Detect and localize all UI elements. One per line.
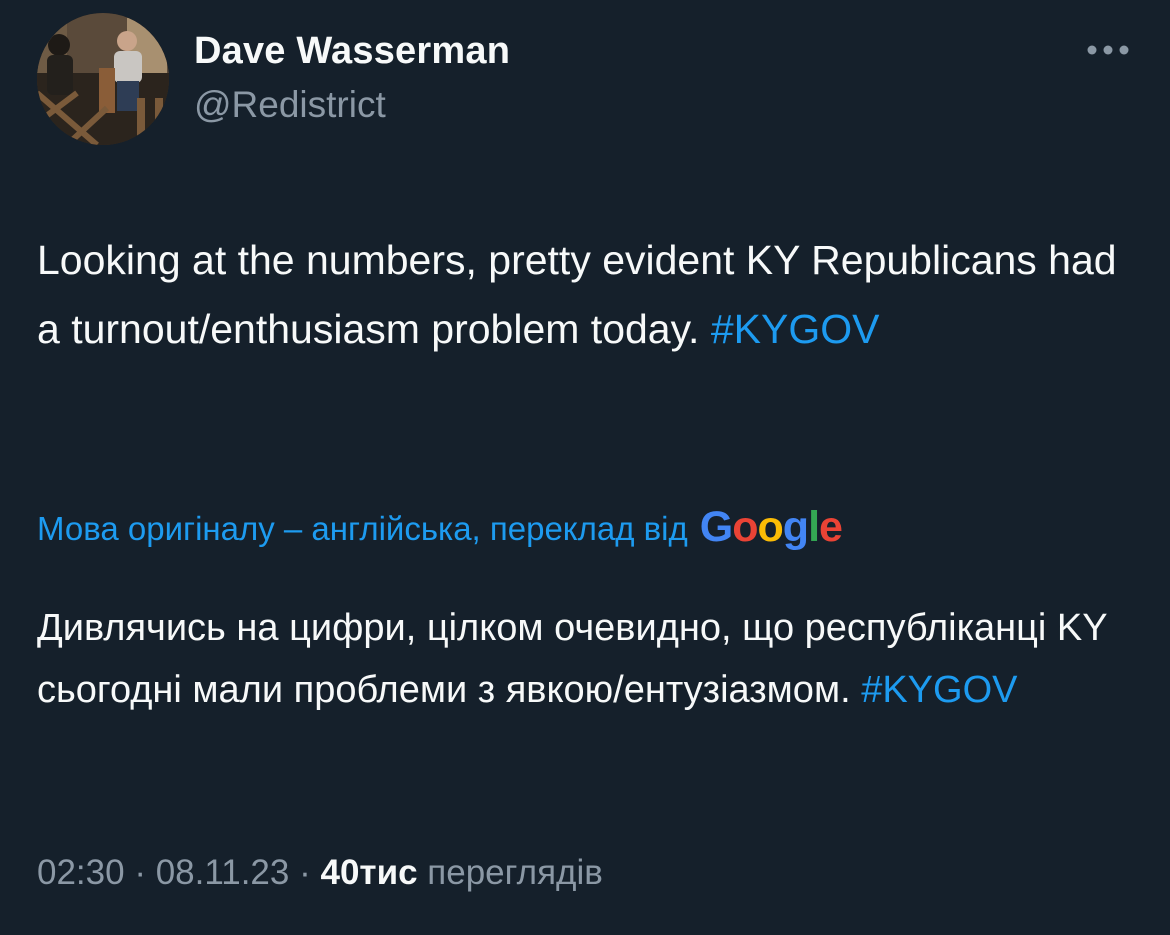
google-logo: Google (699, 502, 843, 551)
meta-separator: · (299, 853, 311, 892)
translation-note-text: Мова оригіналу – англійська, переклад ві… (37, 510, 688, 547)
tweet-date[interactable]: 08.11.23 (156, 853, 290, 892)
translation-note[interactable]: Мова оригіналу – англійська, переклад ві… (37, 502, 843, 554)
tweet-text: Looking at the numbers, pretty evident K… (37, 226, 1147, 364)
tweet-body: Looking at the numbers, pretty evident K… (37, 237, 1117, 352)
translated-text: Дивлячись на цифри, цілком очевидно, що … (37, 597, 1147, 721)
more-options-button[interactable] (1080, 32, 1136, 68)
views-count[interactable]: 40тис (321, 853, 418, 892)
meta-separator: · (134, 853, 146, 892)
avatar[interactable] (37, 13, 169, 145)
translated-hashtag-link[interactable]: #KYGOV (861, 669, 1017, 711)
tweet-hashtag-link[interactable]: #KYGOV (711, 306, 880, 352)
avatar-image (37, 13, 169, 145)
author-handle[interactable]: @Redistrict (194, 84, 386, 126)
tweet: Dave Wasserman @Redistrict Looking at th… (0, 0, 1170, 935)
more-horizontal-icon (1087, 45, 1129, 55)
views-label: переглядів (427, 853, 603, 892)
tweet-time[interactable]: 02:30 (37, 853, 125, 892)
author-name[interactable]: Dave Wasserman (194, 30, 510, 73)
tweet-meta: 02:30 · 08.11.23 · 40тис переглядів (37, 853, 603, 893)
